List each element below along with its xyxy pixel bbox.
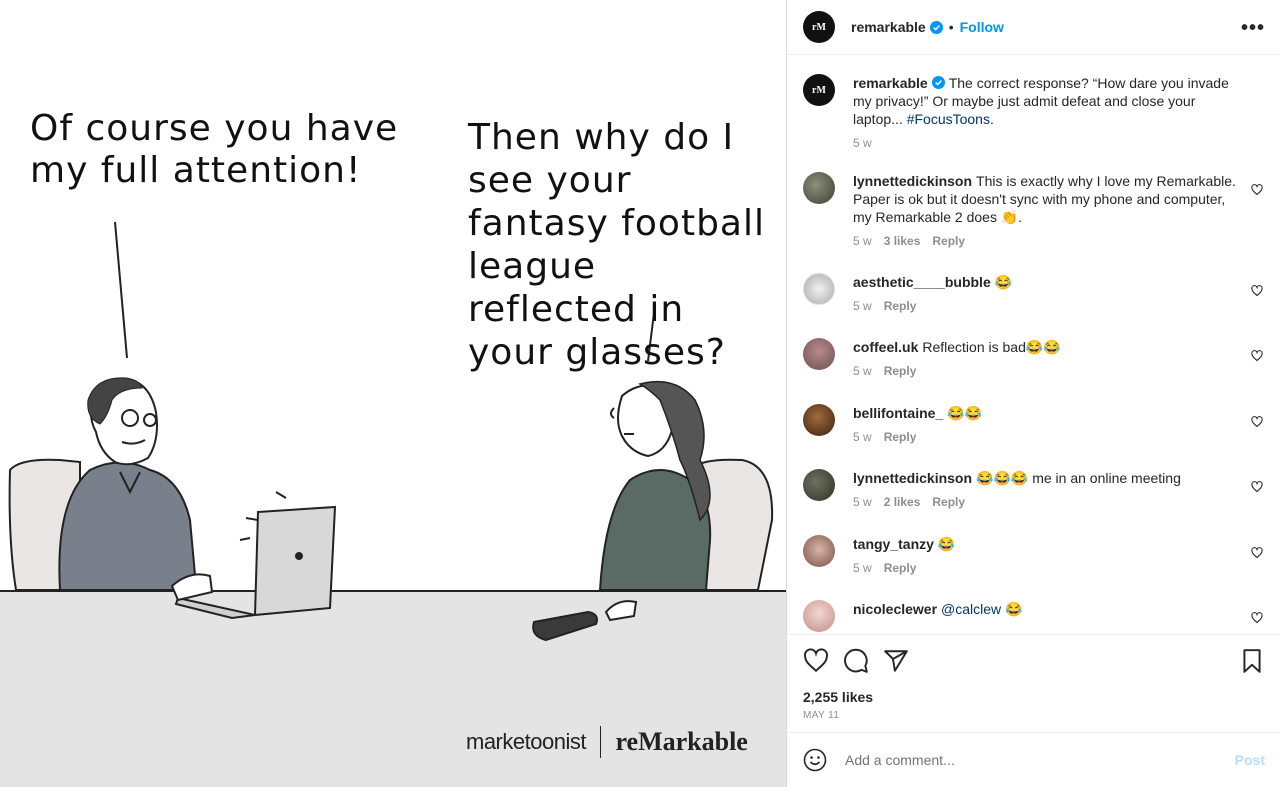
mention-link[interactable]: @calclew xyxy=(941,601,1001,617)
comment-username[interactable]: nicoleclewer xyxy=(853,601,937,617)
commenter-avatar[interactable] xyxy=(803,172,835,204)
hashtag-link[interactable]: #FocusToons xyxy=(907,111,990,127)
commenter-avatar[interactable] xyxy=(803,469,835,501)
brand-strip: marketoonist reMarkable xyxy=(466,726,748,758)
verified-badge-icon xyxy=(929,20,943,34)
post-caption: rM remarkable The correct response? “How … xyxy=(803,74,1273,172)
comment-bubble-icon[interactable] xyxy=(843,648,869,674)
comment-username[interactable]: lynnettedickinson xyxy=(853,470,972,486)
comment-time[interactable]: 5 w xyxy=(853,364,872,378)
comment-text: 😂😂 xyxy=(947,405,983,421)
comment-item: lynnettedickinson This is exactly why I l… xyxy=(803,172,1273,273)
commenter-avatar[interactable] xyxy=(803,273,835,305)
comment-item: bellifontaine_ 😂😂 5 w Reply xyxy=(803,404,1273,469)
reply-button[interactable]: Reply xyxy=(884,561,917,575)
comment-username[interactable]: bellifontaine_ xyxy=(853,405,943,421)
caption-username[interactable]: remarkable xyxy=(853,75,928,91)
caption-trail: . xyxy=(989,111,994,127)
composer-divider xyxy=(787,732,1280,733)
author-avatar[interactable]: rM xyxy=(803,11,835,43)
post-image[interactable]: Of course you have my full attention! Th… xyxy=(0,0,786,787)
comment-input[interactable] xyxy=(843,751,1227,769)
like-comment-heart-icon[interactable] xyxy=(1251,416,1263,428)
comment-time[interactable]: 5 w xyxy=(853,299,872,313)
author-username[interactable]: remarkable xyxy=(851,19,926,35)
comments-list[interactable]: rM remarkable The correct response? “How … xyxy=(803,74,1273,632)
more-options-icon[interactable]: ••• xyxy=(1241,17,1265,40)
reply-button[interactable]: Reply xyxy=(884,430,917,444)
comment-composer: Post xyxy=(803,746,1265,774)
comment-text: Reflection is bad😂😂 xyxy=(922,339,1061,355)
comment-text: 😂 xyxy=(937,536,956,552)
reply-button[interactable]: Reply xyxy=(932,234,965,248)
reply-button[interactable]: Reply xyxy=(932,495,965,509)
actions-divider xyxy=(787,634,1280,635)
like-comment-heart-icon[interactable] xyxy=(1251,612,1263,624)
comment-time[interactable]: 5 w xyxy=(853,234,872,248)
header-divider xyxy=(787,54,1280,55)
comment-item: tangy_tanzy 😂 5 w Reply xyxy=(803,535,1273,600)
like-comment-heart-icon[interactable] xyxy=(1251,547,1263,559)
brand-marketoonist: marketoonist xyxy=(466,729,586,754)
post-actions xyxy=(803,648,1265,674)
post-date[interactable]: MAY 11 xyxy=(803,710,839,721)
comment-item: coffeel.uk Reflection is bad😂😂 5 w Reply xyxy=(803,338,1273,404)
comment-item: nicoleclewer @calclew 😂 xyxy=(803,600,1273,632)
follow-button[interactable]: Follow xyxy=(960,19,1004,35)
commenter-avatar[interactable] xyxy=(803,338,835,370)
like-comment-heart-icon[interactable] xyxy=(1251,285,1263,297)
commenter-avatar[interactable] xyxy=(803,600,835,632)
comment-item: lynnettedickinson 😂😂😂 me in an online mee… xyxy=(803,469,1273,535)
comment-time[interactable]: 5 w xyxy=(853,495,872,509)
comment-username[interactable]: lynnettedickinson xyxy=(853,173,972,189)
brand-remarkable: reMarkable xyxy=(615,727,748,756)
speech-bubble-man: Of course you have my full attention! xyxy=(30,108,399,191)
comment-text: 😂 xyxy=(1001,601,1023,617)
caption-time[interactable]: 5 w xyxy=(853,136,872,150)
post-sidebar: rM remarkable • Follow ••• rM remarkable… xyxy=(786,0,1280,787)
comment-time[interactable]: 5 w xyxy=(853,561,872,575)
like-comment-heart-icon[interactable] xyxy=(1251,481,1263,493)
commenter-avatar[interactable] xyxy=(803,535,835,567)
caption-avatar[interactable]: rM xyxy=(803,74,835,106)
comment-username[interactable]: coffeel.uk xyxy=(853,339,918,355)
like-comment-heart-icon[interactable] xyxy=(1251,184,1263,196)
commenter-avatar[interactable] xyxy=(803,404,835,436)
separator-dot: • xyxy=(948,19,954,35)
speech-bubble-woman: Then why do I see your fantasy football … xyxy=(468,117,765,373)
like-comment-heart-icon[interactable] xyxy=(1251,350,1263,362)
verified-badge-icon xyxy=(931,76,945,89)
comment-text: 😂😂😂 me in an online meeting xyxy=(976,470,1181,486)
comment-item: aesthetic____bubble 😂 5 w Reply xyxy=(803,273,1273,338)
reply-button[interactable]: Reply xyxy=(884,299,917,313)
likes-count[interactable]: 2,255 likes xyxy=(803,689,873,705)
post-comment-button[interactable]: Post xyxy=(1235,752,1265,768)
post-header: rM remarkable • Follow ••• xyxy=(803,11,1265,43)
emoji-icon[interactable] xyxy=(803,748,827,772)
comment-username[interactable]: tangy_tanzy xyxy=(853,536,934,552)
comment-likes[interactable]: 2 likes xyxy=(884,495,921,509)
like-heart-icon[interactable] xyxy=(803,648,829,674)
comment-text: 😂 xyxy=(994,274,1013,290)
save-bookmark-icon[interactable] xyxy=(1239,648,1265,674)
comment-time[interactable]: 5 w xyxy=(853,430,872,444)
comment-likes[interactable]: 3 likes xyxy=(884,234,921,248)
reply-button[interactable]: Reply xyxy=(884,364,917,378)
share-send-icon[interactable] xyxy=(883,648,909,674)
brand-divider xyxy=(599,726,602,758)
comment-username[interactable]: aesthetic____bubble xyxy=(853,274,991,290)
